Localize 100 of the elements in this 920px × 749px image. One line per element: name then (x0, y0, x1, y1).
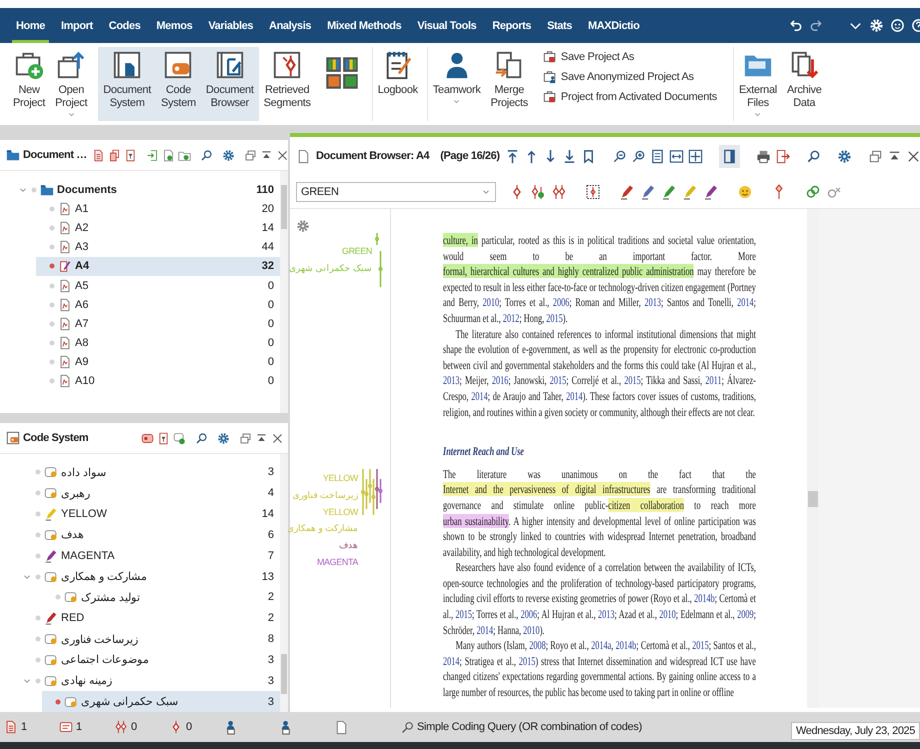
segment-count: 2 (268, 591, 274, 604)
count-label: 1 (76, 721, 82, 733)
coded-segment: citizen collaboration (608, 498, 684, 512)
menu-tab[interactable]: Visual Tools (413, 8, 480, 43)
segment-count: 2 (268, 612, 274, 624)
count-label: 1 (21, 721, 28, 733)
citation-link[interactable]: 2009 (737, 607, 754, 622)
count-label: 0 (186, 721, 192, 733)
code-label: سبک حکمرانی شهری (288, 262, 372, 276)
tree-item[interactable]: A8 0 (36, 334, 280, 353)
segment-count: 13 (262, 570, 274, 583)
code-label: مشارکت و همکاری (286, 522, 358, 536)
citation-link[interactable]: 2015 (550, 373, 566, 388)
citation-link[interactable]: 2014 (476, 622, 494, 637)
menu-tab[interactable]: Mixed Methods (323, 8, 406, 43)
citation-link[interactable]: 2014 (566, 388, 583, 403)
tree-item[interactable]: RED 2 (22, 608, 280, 629)
tree-item[interactable]: A7 0 (36, 314, 280, 334)
tree-item[interactable]: A1 20 (36, 199, 280, 218)
citation-link[interactable]: 2013 (598, 607, 615, 622)
citation-link[interactable]: 2014 (471, 388, 488, 403)
paragraph: Many authors (Islam, 2008; Royo et al., 2014a, 2014b; Certomà et al., 2015; Santos et al., 2014; Stratigea et al., 2015) stress that Internet dissemination and widespread ICT use have changed citizens' expectations regarding governmental actions. By gaining online access to a large number of resources, the public has become used to taking part in online or offline (443, 638, 756, 701)
tree-item[interactable]: A5 0 (36, 276, 280, 296)
paragraph: The literature was unanimous on the fact that the Internet and the pervasiveness of digital infrastructures are transforming traditional governance and stimulate online public-citizen collaboration to reach more urban sustainability. A higher intensity and developmental level of online participation was shown to be strongly linked to countries with widespread Internet penetration, broadband availability, and high technological development. (443, 466, 756, 560)
coded-segment: centralized public administration (582, 264, 694, 278)
tree-item[interactable]: A2 14 (36, 218, 280, 238)
citation-link[interactable]: 2015 (624, 373, 641, 388)
citation-link[interactable]: 2006 (552, 295, 570, 310)
ribbon-button[interactable]: Archive Data (782, 47, 827, 121)
segment-count: 4 (268, 487, 274, 500)
menu-tab[interactable]: MAXDictio (584, 8, 644, 43)
ribbon-button[interactable]: Document System (98, 47, 156, 121)
ribbon-button[interactable]: Code System (156, 47, 201, 121)
ribbon-button[interactable]: Project from Activated Documents (540, 89, 719, 105)
citation-link[interactable]: 2014a (591, 638, 612, 652)
ribbon-button[interactable]: Save Project As (540, 49, 719, 65)
segment-count: 3 (268, 466, 274, 478)
tree-item[interactable]: A10 0 (36, 372, 280, 392)
tree-item[interactable]: MAGENTA 7 (22, 545, 280, 566)
coded-segment: culture, in (443, 233, 478, 247)
citation-link[interactable]: 2015 (518, 654, 536, 668)
ribbon-button[interactable]: Teamwork (426, 47, 486, 121)
citation-link[interactable]: 2010 (523, 622, 540, 637)
tree-item[interactable]: A6 0 (36, 295, 280, 314)
tree-item[interactable]: A3 44 (36, 238, 280, 257)
ribbon-button[interactable]: Logbook (372, 47, 423, 121)
citation-link[interactable]: 2006 (520, 607, 538, 622)
ribbon-button[interactable]: Document Browser (200, 47, 259, 121)
segment-count: 0 (268, 318, 274, 330)
segment-count: 0 (268, 298, 274, 311)
citation-link[interactable]: 2014 (737, 295, 754, 310)
menu-tab[interactable]: Variables (204, 8, 258, 43)
tree-item[interactable]: A4 32 (36, 256, 280, 276)
citation-link[interactable]: 2014 (443, 654, 460, 668)
citation-link[interactable]: 2010 (659, 607, 676, 622)
citation-link[interactable]: 2011 (705, 373, 722, 388)
code-label: زیرساخت فناوری (292, 488, 358, 502)
ribbon-button[interactable]: Open Project (50, 47, 92, 121)
citation-link[interactable]: 2012 (502, 310, 520, 325)
menu-tab[interactable]: Memos (152, 8, 196, 43)
code-label: هدف (339, 539, 358, 552)
code-label: GREEN (342, 245, 372, 258)
section-heading: Internet Reach and Use (443, 444, 525, 460)
segment-count: 44 (262, 241, 274, 254)
ribbon-button[interactable]: New Project (8, 47, 50, 121)
citation-link[interactable]: 2016 (492, 373, 508, 388)
ribbon-button[interactable]: Merge Projects (486, 47, 533, 121)
coded-segment: urban sustainability (443, 514, 509, 528)
tree-item[interactable]: A9 0 (36, 352, 280, 372)
citation-link[interactable]: 2014b (694, 591, 715, 606)
segment-count: 3 (268, 654, 274, 666)
menu-tab[interactable]: Codes (104, 8, 144, 43)
menu-tab[interactable]: Stats (543, 8, 576, 43)
code-dropdown[interactable]: GREEN (296, 182, 496, 202)
code-label: YELLOW (322, 472, 358, 485)
tree-item[interactable]: Documents 110 (18, 180, 280, 200)
citation-link[interactable]: 2015 (546, 310, 563, 325)
segment-count: 32 (262, 260, 274, 272)
tree-item[interactable]: YELLOW 14 (22, 504, 280, 524)
segment-count: 20 (262, 202, 274, 215)
ribbon-button[interactable]: Save Anonymized Project As (540, 69, 719, 85)
segment-count: 7 (268, 550, 274, 562)
citation-link[interactable]: 2015 (692, 638, 709, 652)
code-label: YELLOW (322, 506, 358, 519)
citation-link[interactable]: 2015 (455, 607, 472, 622)
paragraph: culture, in particular, rooted as this is in political traditions and societal value orientation, would seem to be an important factor. More formal, hierarchical cultures and highly centralized public administration may therefore be expected to result in less either face-to-face or technology-driven citizen engagement (Portney and Berry, 2010; Torres et al., 2006; Roman and Miller, 2013; Santos and Tonelli, 2014; Schuurman et al., 2012; Hong, 2015). (443, 233, 756, 327)
citation-link[interactable]: 2008 (529, 638, 546, 652)
menu-tab[interactable]: Analysis (265, 8, 316, 43)
paragraph: Researchers have also found evidence of a correlation between the availability of ICTs, open-source technologies and the proliferation of technology-based participatory programs, including civil efforts to reverse existing geometries of power (Royo et al., 2014b; Certomà et al., 2015; Torres et al., 2006; Al Hujran et al., 2013; Azad et al., 2010; Edelmann et al., 2009; Schröder, 2014; Hanna, 2010). (443, 560, 756, 638)
page-indicator: (Page 16/26) (440, 150, 500, 162)
citation-link[interactable]: 2013 (443, 373, 460, 388)
citation-link[interactable]: 2014b (616, 638, 636, 652)
menu-tab[interactable]: Import (56, 8, 97, 43)
panel-title: Code System (23, 432, 88, 444)
ribbon-button[interactable]: Retrieved Segments (258, 47, 316, 121)
code-label: MAGENTA (316, 556, 358, 569)
citation-link[interactable]: 2010 (482, 295, 500, 310)
citation-link[interactable]: 2013 (644, 295, 661, 310)
ribbon-button[interactable]: External Files (733, 47, 782, 121)
menu-tab[interactable]: Reports (488, 8, 536, 43)
